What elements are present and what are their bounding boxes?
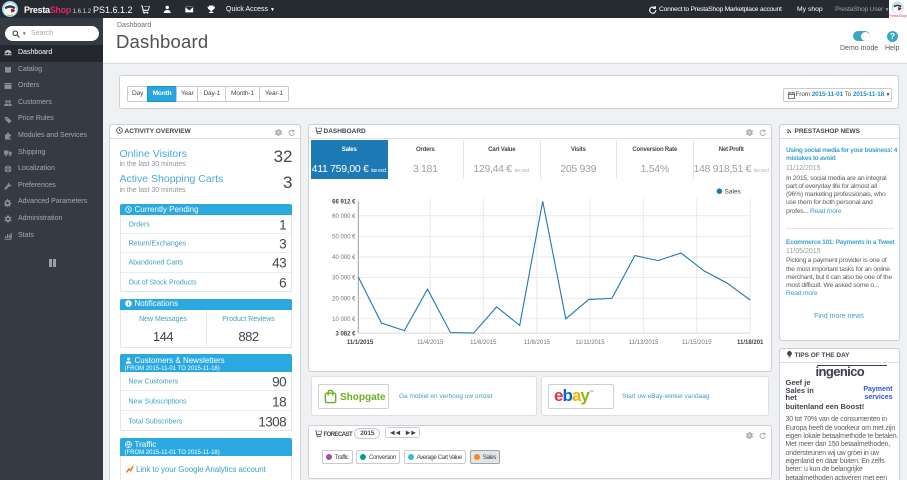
svg-text:Sales: Sales — [725, 188, 742, 195]
svg-text:40 000 €: 40 000 € — [332, 255, 356, 261]
svg-text:11/4/2015: 11/4/2015 — [417, 340, 444, 346]
svg-text:30 000 €: 30 000 € — [332, 276, 356, 282]
svg-text:60 000 €: 60 000 € — [332, 214, 356, 220]
svg-text:11/6/2015: 11/6/2015 — [470, 340, 497, 346]
svg-text:11/11/2015: 11/11/2015 — [575, 340, 605, 346]
svg-text:50 000 €: 50 000 € — [332, 234, 356, 240]
svg-text:20 000 €: 20 000 € — [332, 296, 356, 302]
svg-text:11/1/2015: 11/1/2015 — [347, 340, 374, 346]
svg-text:66 912 €: 66 912 € — [332, 200, 356, 206]
svg-text:11/18/201: 11/18/201 — [737, 340, 764, 346]
svg-text:11/8/2015: 11/8/2015 — [524, 340, 551, 346]
svg-text:3 082 €: 3 082 € — [335, 331, 356, 337]
svg-text:11/13/2015: 11/13/2015 — [629, 340, 659, 346]
svg-text:11/15/2015: 11/15/2015 — [682, 340, 712, 346]
svg-text:10 000 €: 10 000 € — [332, 317, 356, 323]
